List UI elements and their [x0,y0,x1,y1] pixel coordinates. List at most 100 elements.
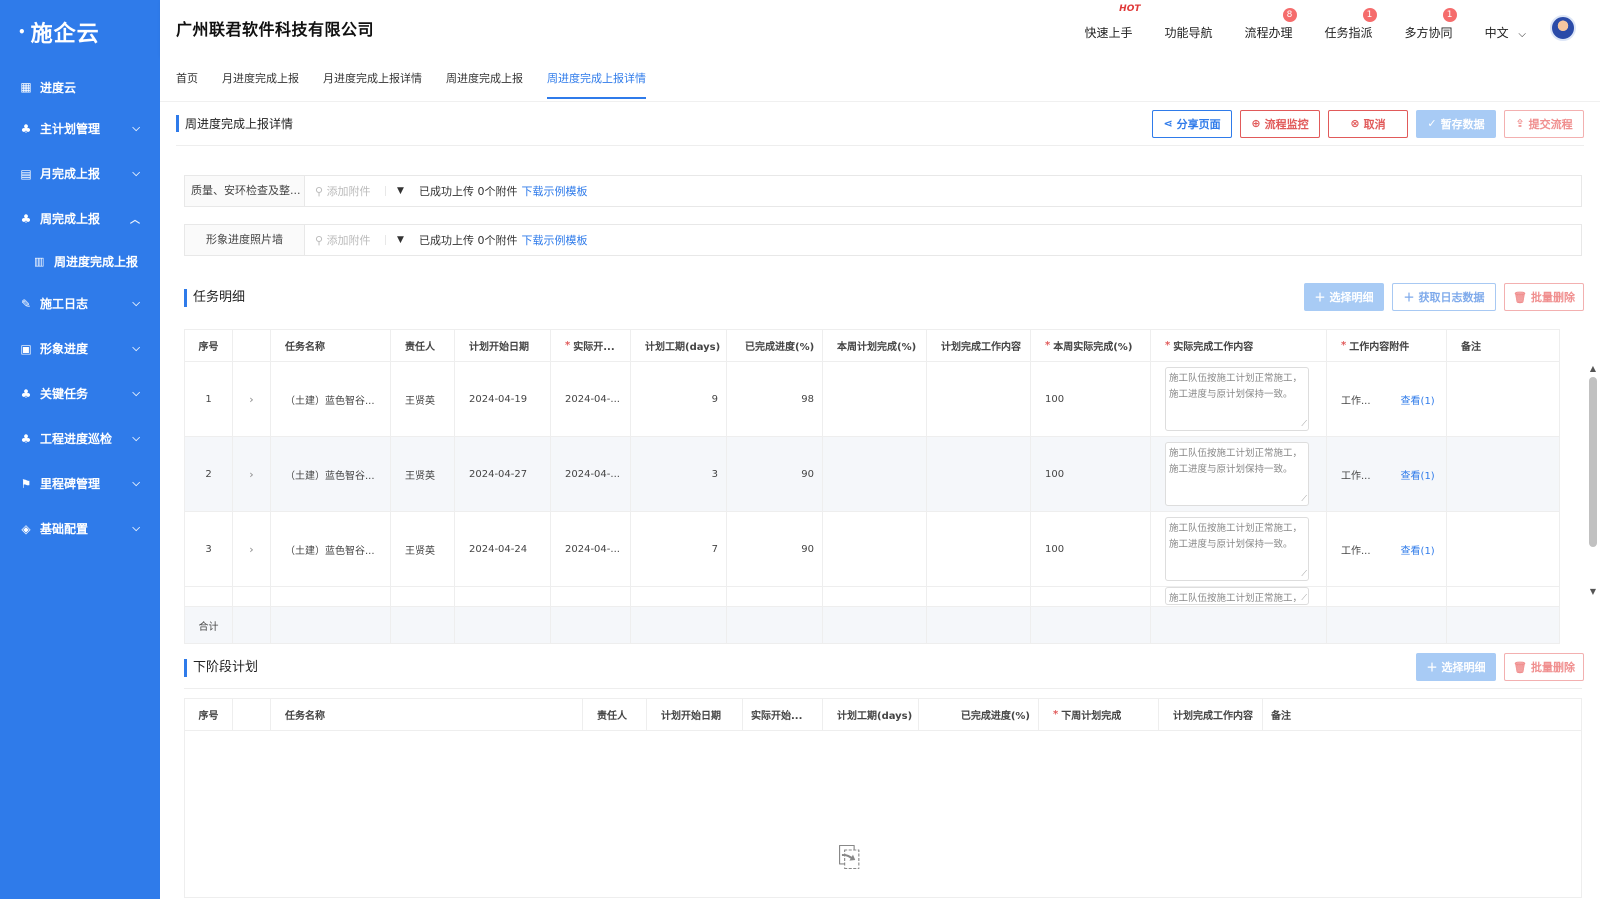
actual-content-textarea[interactable]: 施工队伍按施工计划正常施工，施 [1165,587,1309,605]
submit-process-button[interactable]: ⇪ 提交流程 [1504,109,1584,138]
tab-weekly-report-detail[interactable]: 周进度完成上报详情 [547,56,646,102]
sidebar-item-construction-log[interactable]: ✎ 施工日志 ⌵ [0,281,160,326]
link-icon: ⚲ [315,234,327,247]
actual-content-textarea[interactable]: 施工队伍按施工计划正常施工，施工进度与原计划保持一致。 [1165,367,1309,432]
table-cell [1031,607,1151,643]
scroll-down-icon[interactable]: ▼ [1588,587,1598,596]
download-template-link[interactable]: 下载示例模板 [522,232,588,248]
brand-logo[interactable]: • 施企云 [0,0,160,64]
upload-icon: ⇪ [1515,117,1525,130]
batch-delete-button[interactable]: 🗑 批量删除 [1504,283,1584,311]
expand-row-icon[interactable]: › [249,543,253,556]
col-header: 备注 [1263,699,1581,730]
table-scrollbar[interactable]: ▲ ▼ [1588,364,1598,604]
header-link-task-assign[interactable]: 任务指派 1 [1325,7,1377,41]
col-header-label: 工作内容附件 [1349,342,1410,353]
header-link-label: 流程办理 [1244,25,1293,40]
view-attachment-link[interactable]: 查看(1) [1401,392,1435,407]
scrollbar-thumb[interactable] [1589,377,1597,547]
actual-content-textarea[interactable]: 施工队伍按施工计划正常施工，施工进度与原计划保持一致。 [1165,517,1309,582]
header-link-quick-start[interactable]: 快速上手 HOT [1084,4,1140,41]
table-row[interactable]: 1 › （土建）蓝色智谷... 王贤英 2024-04-19 2024-04-... 9 98… [185,362,1559,437]
view-attachment-link[interactable]: 查看(1) [1401,542,1435,557]
actual-content-textarea[interactable]: 施工队伍按施工计划正常施工，施工进度与原计划保持一致。 [1165,442,1309,507]
count-badge: 1 [1442,7,1457,22]
table-cell [551,607,631,643]
sidebar-item-label: 主计划管理 [40,122,101,136]
scroll-up-icon[interactable]: ▲ [1588,364,1598,373]
button-label: 批量删除 [1530,661,1575,674]
sidebar-item-milestones[interactable]: ⚑ 里程碑管理 ⌵ [0,461,160,506]
button-label: 分享页面 [1176,117,1221,131]
add-attachment-button[interactable]: ⚲ 添加附件 [305,232,385,248]
top-header: 广州联君软件科技有限公司 快速上手 HOT 功能导航 流程办理 8 任务指派 1… [160,0,1600,56]
sidebar-item-weekly-progress-report[interactable]: ▥ 周进度完成上报 [0,241,160,281]
table-cell [927,362,1031,436]
select-detail-button[interactable]: ＋选择明细 [1416,653,1496,681]
expand-row-icon[interactable]: › [249,393,253,406]
col-header-label: 实际完成工作内容 [1173,342,1254,353]
header-link-collaboration[interactable]: 多方协同 1 [1405,7,1457,41]
table-cell [1327,607,1447,643]
header-link-process[interactable]: 流程办理 8 [1244,7,1297,41]
monitor-icon: ⊕ [1251,117,1261,130]
org-chart-icon: ♣ [20,431,32,446]
save-draft-button[interactable]: ✓ 暂存数据 [1416,109,1496,138]
table-row[interactable]: 2 › （土建）蓝色智谷... 王贤英 2024-04-27 2024-04-... 3 90… [185,437,1559,512]
batch-delete-button[interactable]: 🗑 批量删除 [1504,653,1584,681]
table-cell [927,607,1031,643]
language-select[interactable]: 中文 ⌵ [1485,24,1526,41]
sidebar-item-progress-cloud[interactable]: ▦ 进度云 [0,68,160,106]
sidebar-item-image-progress[interactable]: ▣ 形象进度 ⌵ [0,326,160,371]
language-label: 中文 [1484,25,1509,40]
cancel-button[interactable]: ⊗ 取消 [1328,109,1408,138]
header-link-function-nav[interactable]: 功能导航 [1165,24,1213,41]
table-cell: 100 [1031,437,1151,511]
company-name: 广州联君软件科技有限公司 [176,20,375,39]
table-cell: （土建）蓝色智谷... [271,362,391,436]
expand-row-icon[interactable]: › [249,468,253,481]
view-attachment-link[interactable]: 查看(1) [1401,467,1435,482]
select-detail-button[interactable]: ＋选择明细 [1304,283,1384,311]
tab-monthly-report[interactable]: 月进度完成上报 [222,56,299,102]
sidebar-item-base-config[interactable]: ◈ 基础配置 ⌵ [0,506,160,551]
table-cell [455,607,551,643]
sidebar-item-weekly-report[interactable]: ♣ 周完成上报 ︿ [0,196,160,241]
sidebar-item-master-plan[interactable]: ♣ 主计划管理 ⌵ [0,106,160,151]
table-cell: 100 [1031,512,1151,586]
table-cell: 2024-04-27 [455,437,551,511]
process-monitor-button[interactable]: ⊕ 流程监控 [1240,109,1320,138]
tab-monthly-report-detail[interactable]: 月进度完成上报详情 [323,56,422,102]
attachment-dropdown[interactable]: ▼ [385,186,415,196]
attachment-dropdown[interactable]: ▼ [385,235,415,245]
document-icon: ▤ [20,166,32,181]
table-cell: 2024-04-... [551,437,631,511]
col-header: 计划开始日期 [647,699,743,730]
table-cell [391,607,455,643]
col-header: 序号 [185,330,233,361]
table-cell [1447,362,1559,436]
table-cell: 施工队伍按施工计划正常施工，施工进度与原计划保持一致。 [1151,362,1327,436]
table-cell [233,587,271,606]
add-attachment-label: 添加附件 [326,234,371,247]
fetch-log-button[interactable]: ＋获取日志数据 [1392,283,1496,311]
table-cell [391,587,455,606]
sidebar-item-label: 月完成上报 [40,167,101,181]
table-header-row: 序号 任务名称 责任人 计划开始日期 实际开始... 计划工期(days) 已完… [185,699,1581,731]
download-template-link[interactable]: 下载示例模板 [522,183,588,199]
tab-home[interactable]: 首页 [176,56,198,102]
share-page-button[interactable]: ⋖ 分享页面 [1152,109,1232,138]
tab-weekly-report[interactable]: 周进度完成上报 [446,56,523,102]
add-attachment-button[interactable]: ⚲ 添加附件 [305,183,385,199]
sidebar-item-monthly-report[interactable]: ▤ 月完成上报 ⌵ [0,151,160,196]
table-cell [1327,587,1447,606]
share-icon: ⋖ [1163,117,1173,130]
sidebar-item-label: 施工日志 [40,297,89,311]
calendar-icon: ▥ [34,254,45,268]
col-header: 已完成进度(%) [727,330,823,361]
avatar[interactable] [1550,15,1576,41]
sidebar-item-inspection[interactable]: ♣ 工程进度巡检 ⌵ [0,416,160,461]
table-cell [1447,607,1559,643]
sidebar-item-key-tasks[interactable]: ♣ 关键任务 ⌵ [0,371,160,416]
table-row[interactable]: 3 › （土建）蓝色智谷... 王贤英 2024-04-24 2024-04-... 7 90… [185,512,1559,587]
